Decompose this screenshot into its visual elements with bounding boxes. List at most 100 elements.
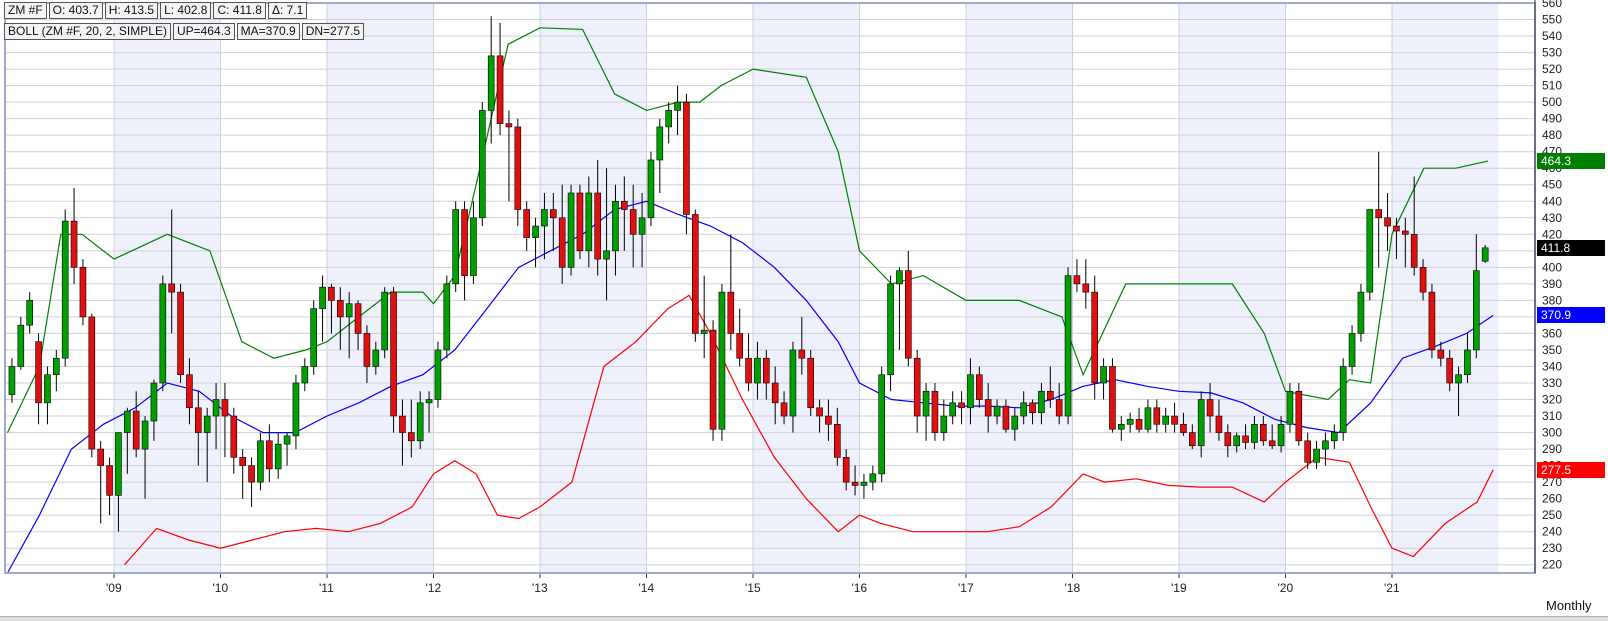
candle-body [1313,448,1320,463]
candle [106,457,113,516]
candle [88,313,96,458]
candle-body [283,435,291,445]
candle-body [585,192,593,252]
candle [656,118,664,193]
candle [1375,151,1382,268]
candle-body [825,415,832,425]
candle [496,22,504,136]
candle-body [141,420,149,450]
candle [727,234,735,350]
candle-body [1428,291,1436,351]
candle-body [629,209,637,235]
candle-body [558,217,566,268]
candle [896,267,903,350]
candle-body [496,55,504,124]
candle-body [354,303,362,334]
candle [1162,407,1169,433]
candle [1064,267,1072,425]
candle-body [1286,390,1294,425]
low-label: L: 402.8 [160,2,212,19]
candle-body [1109,366,1116,430]
lower-band-label: DN=277.5 [301,23,365,40]
candle-body [221,399,229,417]
open-label: O: 403.7 [48,2,103,19]
indicator-header: BOLL (ZM #F, 20, 2, SIMPLE) UP=464.3 MA=… [4,23,366,40]
candle-body [1073,275,1081,285]
y-tick-label: 400 [1542,260,1562,274]
candle-body [532,225,539,238]
candle-body [1153,407,1161,425]
candle-body [700,329,708,334]
candle-body [1064,275,1072,417]
candle-body [1242,435,1249,443]
candle-body [230,415,238,458]
candle-body [372,349,380,367]
candle-body [186,374,193,409]
candle-body [1118,424,1125,430]
candle-body [860,481,868,486]
candle-body [292,382,300,437]
candle [869,465,877,491]
candle [70,188,78,284]
candle-body [443,283,451,351]
candle-body [727,291,735,334]
candle [1082,259,1090,309]
candle [79,259,87,326]
candle-body [425,399,433,404]
candle [1331,424,1338,450]
y-tick-label: 510 [1542,79,1562,93]
candle [248,457,255,507]
candle [53,349,60,392]
x-tick-label: '11 [319,581,334,595]
candle [470,201,477,284]
bollinger-chart[interactable]: 2202302402502602702802903003103203303403… [0,0,1608,620]
candle [443,275,451,359]
candle-body [878,374,885,475]
x-tick-label: '18 [1065,581,1081,595]
year-shade-band [114,3,221,573]
y-tick-label: 340 [1542,359,1562,373]
candle-body [922,390,930,417]
candle-body [381,291,388,351]
candle-body [1446,357,1453,384]
candle [807,349,814,417]
candle-body [212,399,220,417]
candle [1091,275,1098,400]
candle [887,275,894,392]
horizontal-scrollbar[interactable] [0,616,1608,621]
indicator-label: BOLL (ZM #F, 20, 2, SIMPLE) [4,23,171,40]
candle-body [159,283,167,384]
candle-body [789,349,797,417]
candle-body [1393,225,1400,232]
candle-body [1091,291,1098,384]
candle [221,383,229,458]
candle-body [816,407,823,417]
candle-body [869,473,877,483]
candle-body [61,220,69,359]
candle-body [807,357,814,409]
candle-body [345,303,353,318]
candle-body [736,333,743,359]
candle [949,391,956,425]
candle [683,93,690,235]
candle [505,110,513,202]
candle-body [771,382,779,404]
candle-body [656,126,664,161]
candle [479,102,486,227]
y-tick-label: 360 [1542,326,1562,340]
lower-band-price-tag: 277.5 [1537,461,1605,478]
candle [905,250,912,367]
candle-body [79,267,87,318]
candle-body [115,432,122,496]
candle [860,473,868,499]
candle [1366,209,1374,301]
candle-body [523,209,530,238]
y-tick-label: 550 [1542,13,1562,27]
x-tick-label: '12 [426,581,442,595]
candle-body [842,457,850,483]
candle [1153,399,1161,433]
candle-body [1481,247,1489,262]
candle-body [479,110,486,219]
candle-body [8,366,16,395]
candle-body [940,415,948,433]
